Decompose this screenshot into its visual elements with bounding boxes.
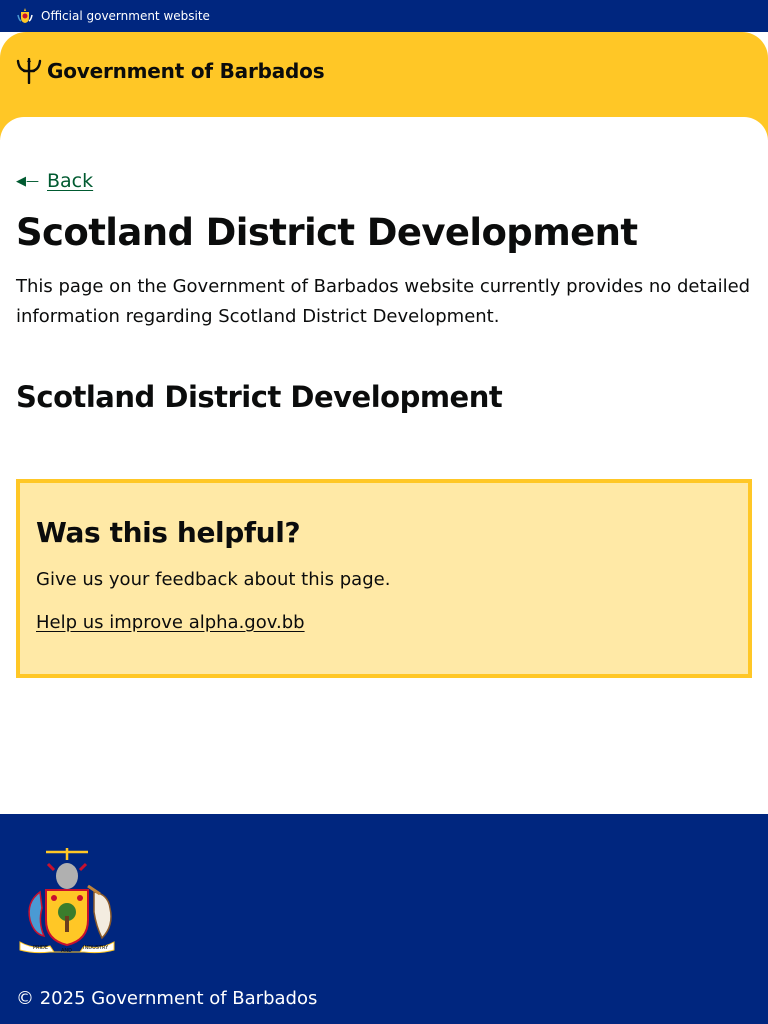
site-header: Government of Barbados xyxy=(0,32,768,141)
intro-paragraph: This page on the Government of Barbados … xyxy=(16,276,751,327)
main-content: ◀— Back Scotland District Development Th… xyxy=(0,140,768,847)
coat-of-arms-icon xyxy=(17,8,33,23)
site-logo[interactable]: Government of Barbados xyxy=(16,56,325,86)
site-logo-text: Government of Barbados xyxy=(47,59,325,83)
motto-middle: AND xyxy=(61,948,72,954)
trident-icon xyxy=(16,58,42,84)
back-link-container: ◀— Back xyxy=(16,170,93,192)
footer-copyright: © 2025 Government of Barbados xyxy=(16,988,318,1009)
section-heading: Scotland District Development xyxy=(16,380,503,414)
motto-right: INDUSTRY xyxy=(83,945,109,951)
feedback-panel: Was this helpful? Give us your feedback … xyxy=(16,479,752,678)
official-banner-text: Official government website xyxy=(41,9,210,23)
coat-of-arms-icon: PRIDE AND INDUSTRY xyxy=(19,848,115,954)
feedback-link[interactable]: Help us improve alpha.gov.bb xyxy=(36,612,305,633)
feedback-text: Give us your feedback about this page. xyxy=(36,569,391,590)
back-arrow-icon: ◀— xyxy=(16,173,39,189)
header-curve xyxy=(0,117,768,141)
page-title: Scotland District Development xyxy=(16,211,638,254)
motto-left: PRIDE xyxy=(33,945,48,951)
feedback-heading: Was this helpful? xyxy=(36,516,301,549)
site-footer: PRIDE AND INDUSTRY © 2025 Government of … xyxy=(0,814,768,1024)
back-link[interactable]: Back xyxy=(47,170,93,192)
official-banner: Official government website xyxy=(0,0,768,32)
